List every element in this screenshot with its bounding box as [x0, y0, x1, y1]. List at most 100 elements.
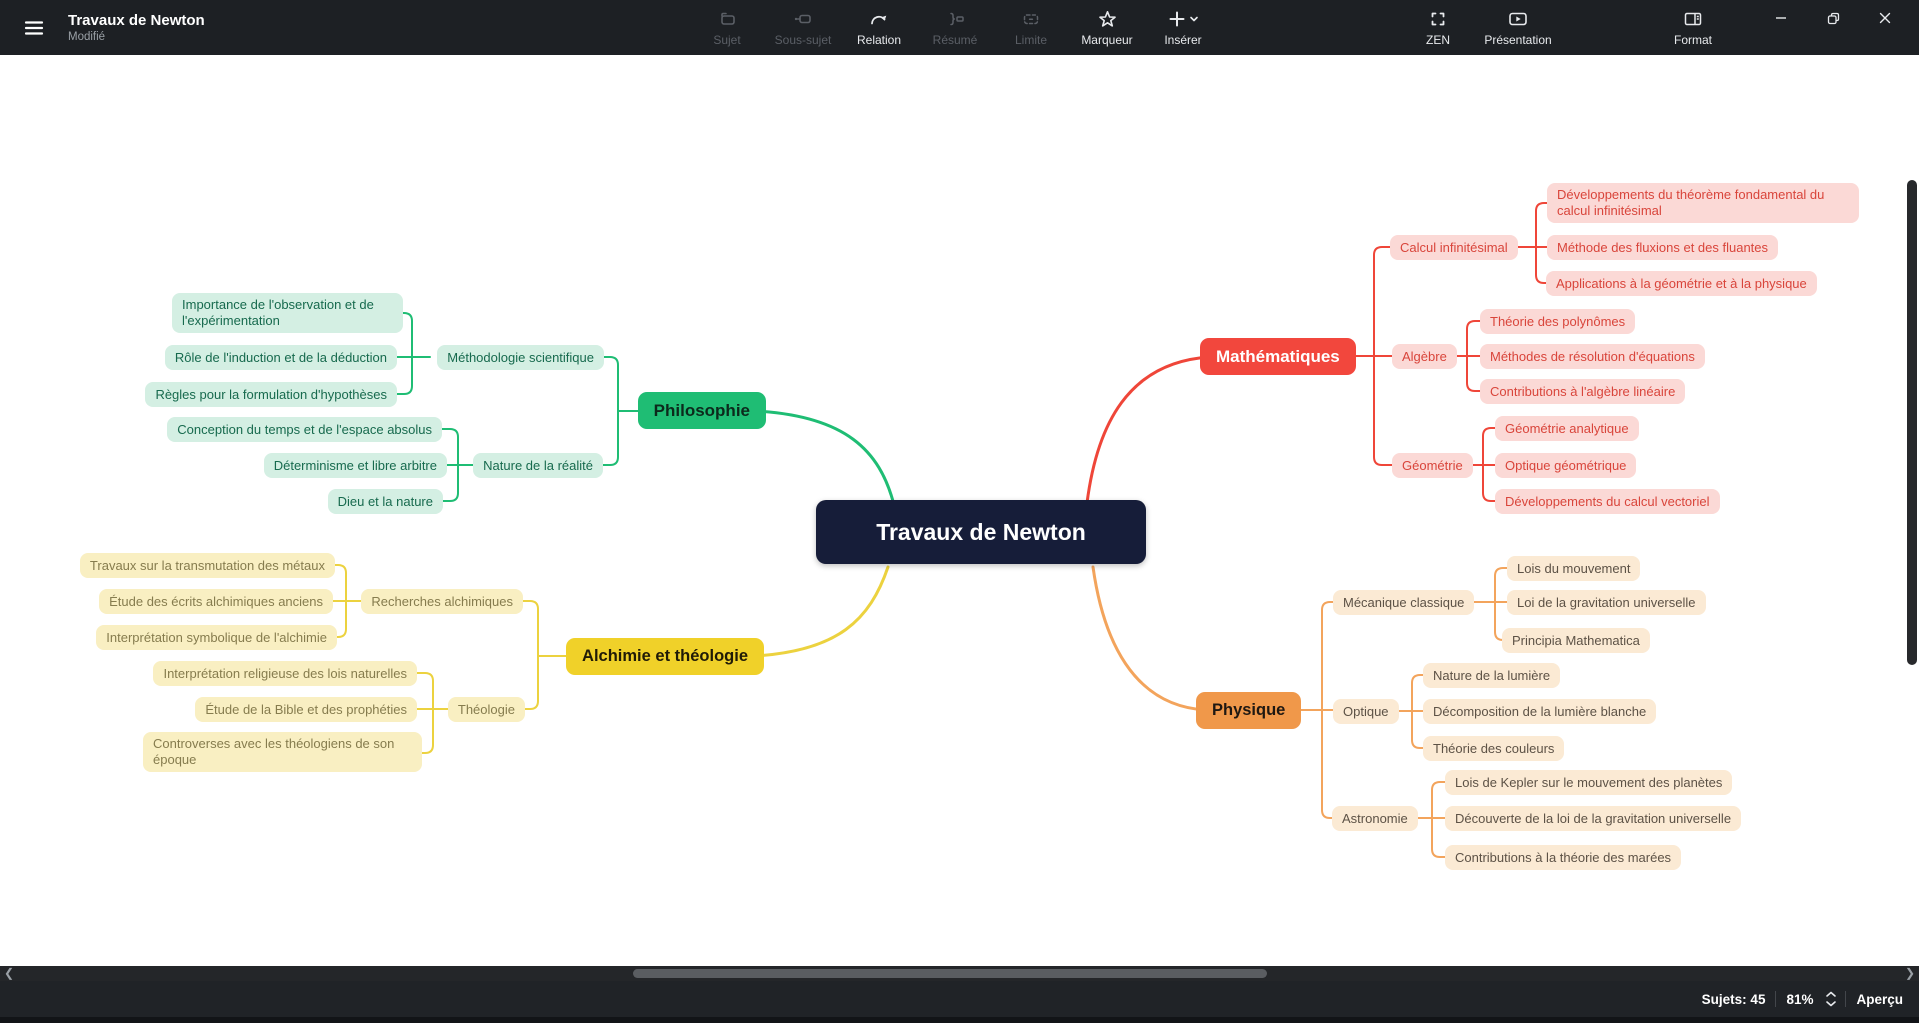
restore-icon: [1826, 11, 1841, 26]
boundary-icon: [1021, 9, 1041, 29]
subtopic[interactable]: Théologie: [448, 697, 525, 722]
leaf-topic[interactable]: Règles pour la formulation d'hypothèses: [145, 382, 397, 407]
zoom-stepper[interactable]: [1825, 991, 1837, 1007]
summary-button[interactable]: Résumé: [922, 4, 988, 47]
insert-button[interactable]: Insérer: [1150, 4, 1216, 47]
presentation-icon: [1507, 9, 1529, 29]
status-bar: Sujets: 45 81% Aperçu: [0, 981, 1919, 1017]
vertical-scrollbar-thumb[interactable]: [1907, 180, 1917, 665]
horizontal-scrollbar[interactable]: ❮ ❯: [0, 966, 1919, 981]
toolbar: Sujet Sous-sujet Relation: [694, 4, 1216, 47]
leaf-topic[interactable]: Développements du calcul vectoriel: [1495, 489, 1720, 514]
chevron-down-icon: [1825, 1000, 1837, 1007]
leaf-topic[interactable]: Déterminisme et libre arbitre: [264, 453, 447, 478]
format-panel-icon: [1682, 9, 1704, 29]
leaf-topic[interactable]: Nature de la lumière: [1423, 663, 1560, 688]
app-window: Travaux de Newton Modifié Sujet Sous-suj…: [0, 0, 1919, 1023]
window-controls: [1755, 0, 1911, 36]
leaf-topic[interactable]: Méthode des fluxions et des fluantes: [1547, 235, 1778, 260]
leaf-topic[interactable]: Travaux sur la transmutation des métaux: [80, 553, 335, 578]
title-bar: Travaux de Newton Modifié Sujet Sous-suj…: [0, 0, 1919, 55]
subtopic[interactable]: Astronomie: [1332, 806, 1418, 831]
star-icon: [1097, 9, 1118, 30]
close-icon: [1878, 11, 1892, 25]
subtopic-icon: [792, 9, 814, 29]
hamburger-icon: [23, 17, 45, 39]
main-topic-physique[interactable]: Physique: [1196, 692, 1301, 729]
leaf-topic[interactable]: Conception du temps et de l'espace absol…: [167, 417, 442, 442]
scroll-right-icon[interactable]: ❯: [1905, 966, 1915, 981]
leaf-topic[interactable]: Dieu et la nature: [328, 489, 443, 514]
main-topic-philosophie[interactable]: Philosophie: [638, 392, 766, 429]
chevron-down-icon: [1189, 14, 1199, 24]
subtopic[interactable]: Optique: [1333, 699, 1399, 724]
format-tools: Format: [1660, 4, 1726, 47]
minimize-button[interactable]: [1755, 0, 1807, 36]
leaf-topic[interactable]: Rôle de l'induction et de la déduction: [165, 345, 397, 370]
view-tools: ZEN Présentation: [1405, 4, 1551, 47]
subtopic[interactable]: Algèbre: [1392, 344, 1457, 369]
leaf-topic[interactable]: Controverses avec les théologiens de son…: [143, 732, 422, 772]
leaf-topic[interactable]: Théorie des polynômes: [1480, 309, 1635, 334]
zoom-level: 81%: [1776, 992, 1823, 1007]
zen-button[interactable]: ZEN: [1405, 4, 1471, 47]
edge-central-mathematiques: [1087, 357, 1210, 503]
topic-button[interactable]: Sujet: [694, 4, 760, 47]
leaf-topic[interactable]: Lois du mouvement: [1507, 556, 1640, 581]
window-bottom-edge: [0, 1017, 1919, 1023]
leaf-topic[interactable]: Contributions à la théorie des marées: [1445, 845, 1681, 870]
leaf-topic[interactable]: Géométrie analytique: [1495, 416, 1639, 441]
topic-count: Sujets: 45: [1692, 992, 1776, 1007]
leaf-topic[interactable]: Étude des écrits alchimiques anciens: [99, 589, 333, 614]
subtopic[interactable]: Méthodologie scientifique: [437, 345, 604, 370]
zen-mode-icon: [1428, 9, 1448, 29]
main-topic-alchimie[interactable]: Alchimie et théologie: [566, 638, 764, 675]
document-title: Travaux de Newton: [68, 12, 205, 30]
subtopic[interactable]: Calcul infinitésimal: [1390, 235, 1518, 260]
close-button[interactable]: [1859, 0, 1911, 36]
minimize-icon: [1774, 11, 1788, 25]
subtopic[interactable]: Recherches alchimiques: [361, 589, 523, 614]
subtopic[interactable]: Nature de la réalité: [473, 453, 603, 478]
leaf-topic[interactable]: Interprétation religieuse des lois natur…: [153, 661, 417, 686]
title-group: Travaux de Newton Modifié: [14, 0, 205, 55]
edge-central-alchimie: [755, 567, 888, 656]
leaf-topic[interactable]: Méthodes de résolution d'équations: [1480, 344, 1705, 369]
presentation-button[interactable]: Présentation: [1485, 4, 1551, 47]
leaf-topic[interactable]: Théorie des couleurs: [1423, 736, 1564, 761]
summary-icon: [944, 9, 966, 29]
subtopic-button[interactable]: Sous-sujet: [770, 4, 836, 47]
leaf-topic[interactable]: Optique géométrique: [1495, 453, 1636, 478]
topic-icon: [717, 9, 737, 29]
leaf-topic[interactable]: Étude de la Bible et des prophéties: [195, 697, 417, 722]
leaf-topic[interactable]: Développements du théorème fondamental d…: [1547, 183, 1859, 223]
subtopic[interactable]: Mécanique classique: [1333, 590, 1474, 615]
scroll-left-icon[interactable]: ❮: [4, 966, 14, 981]
preview-button[interactable]: Aperçu: [1846, 992, 1919, 1007]
plus-icon: [1168, 10, 1186, 28]
format-button[interactable]: Format: [1660, 4, 1726, 47]
menu-icon[interactable]: [14, 8, 54, 48]
edge-central-physique: [1093, 567, 1206, 710]
leaf-topic[interactable]: Importance de l'observation et de l'expé…: [172, 293, 403, 333]
central-topic[interactable]: Travaux de Newton: [816, 500, 1146, 564]
leaf-topic[interactable]: Découverte de la loi de la gravitation u…: [1445, 806, 1741, 831]
chevron-up-icon: [1825, 991, 1837, 998]
document-status: Modifié: [68, 30, 205, 44]
leaf-topic[interactable]: Loi de la gravitation universelle: [1507, 590, 1706, 615]
leaf-topic[interactable]: Interprétation symbolique de l'alchimie: [96, 625, 337, 650]
relationship-button[interactable]: Relation: [846, 4, 912, 47]
leaf-topic[interactable]: Applications à la géométrie et à la phys…: [1546, 271, 1817, 296]
boundary-button[interactable]: Limite: [998, 4, 1064, 47]
subtopic[interactable]: Géométrie: [1392, 453, 1473, 478]
relationship-icon: [868, 9, 890, 29]
restore-button[interactable]: [1807, 0, 1859, 36]
leaf-topic[interactable]: Décomposition de la lumière blanche: [1423, 699, 1656, 724]
marker-button[interactable]: Marqueur: [1074, 4, 1140, 47]
main-topic-mathematiques[interactable]: Mathématiques: [1200, 338, 1356, 375]
leaf-topic[interactable]: Contributions à l'algèbre linéaire: [1480, 379, 1685, 404]
leaf-topic[interactable]: Lois de Kepler sur le mouvement des plan…: [1445, 770, 1732, 795]
edge-central-philosophie: [756, 411, 894, 505]
horizontal-scrollbar-thumb[interactable]: [633, 969, 1267, 978]
leaf-topic[interactable]: Principia Mathematica: [1502, 628, 1650, 653]
